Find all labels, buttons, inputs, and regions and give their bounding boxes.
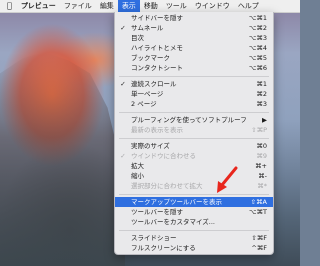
menu-item-label: 最新の表示を表示 <box>131 126 183 134</box>
menu-item-fit-window: ✓ ウインドウに合わせる ⌘9 <box>115 151 273 161</box>
menu-item-shortcut: ⌥⌘5 <box>248 54 267 62</box>
menu-item-label: ハイライトとメモ <box>131 44 183 52</box>
menu-item-shortcut: ⇧⌘F <box>251 234 267 242</box>
menu-item-label: 実際のサイズ <box>131 142 170 150</box>
menu-item-shortcut: ⌥⌘3 <box>248 34 267 42</box>
menu-item-label: マークアップツールバーを表示 <box>131 198 222 206</box>
menu-item-label: ツールバーを隠す <box>131 208 183 216</box>
menu-item-label: 連続スクロール <box>131 80 177 88</box>
menu-item-label: 単一ページ <box>131 90 164 98</box>
menu-item-bookmarks[interactable]: ブックマーク ⌥⌘5 <box>115 53 273 63</box>
menu-separator <box>119 138 269 139</box>
menu-item-zoom-to-selection: 選択部分に合わせて拡大 ⌘* <box>115 181 273 191</box>
menu-item-shortcut: ⌥⌘T <box>249 208 267 216</box>
menu-item-shortcut: ⌘9 <box>256 152 267 160</box>
menu-item-shortcut: ⇧⌘P <box>251 126 267 134</box>
menu-item-continuous-scroll[interactable]: ✓ 連続スクロール ⌘1 <box>115 79 273 89</box>
submenu-arrow-icon: ▶ <box>262 116 267 124</box>
menu-item-label: プルーフィングを使ってソフトプルーフ <box>131 116 247 124</box>
menu-item-shortcut: ^⌘F <box>251 244 267 252</box>
menu-separator <box>119 194 269 195</box>
menu-item-label: ブックマーク <box>131 54 170 62</box>
menu-item-label: 2 ページ <box>131 100 157 108</box>
checkmark-icon: ✓ <box>120 80 126 88</box>
menu-item-zoom-out[interactable]: 縮小 ⌘- <box>115 171 273 181</box>
menu-item-shortcut: ⌘0 <box>256 142 267 150</box>
menu-item-label: ツールバーをカスタマイズ... <box>131 218 216 226</box>
menu-item-shortcut: ⇧⌘A <box>250 198 267 206</box>
menu-item-soft-proof[interactable]: プルーフィングを使ってソフトプルーフ ▶ <box>115 115 273 125</box>
red-arrow-annotation-icon <box>217 166 238 193</box>
menu-separator <box>119 76 269 77</box>
menubar-help[interactable]: ヘルプ <box>234 0 263 12</box>
menu-item-label: スライドショー <box>131 234 177 242</box>
menu-item-shortcut: ⌥⌘4 <box>248 44 267 52</box>
menu-item-actual-size[interactable]: 実際のサイズ ⌘0 <box>115 141 273 151</box>
menu-item-contact-sheet[interactable]: コンタクトシート ⌥⌘6 <box>115 63 273 73</box>
menu-item-label: 目次 <box>131 34 144 42</box>
menu-item-shortcut: ⌘3 <box>256 100 267 108</box>
checkmark-icon: ✓ <box>120 24 126 32</box>
menubar-window[interactable]: ウインドウ <box>191 0 234 12</box>
menu-separator <box>119 230 269 231</box>
menu-item-label: 選択部分に合わせて拡大 <box>131 182 203 190</box>
menubar-edit[interactable]: 編集 <box>96 0 118 12</box>
menubar-file[interactable]: ファイル <box>60 0 96 12</box>
menu-item-shortcut: ⌘* <box>257 182 267 190</box>
menu-separator <box>119 112 269 113</box>
menu-item-latest-view: 最新の表示を表示 ⇧⌘P <box>115 125 273 135</box>
menu-item-label: コンタクトシート <box>131 64 183 72</box>
menu-item-shortcut: ⌘2 <box>256 90 267 98</box>
view-menu-dropdown: サイドバーを隠す ⌥⌘1 ✓ サムネール ⌥⌘2 目次 ⌥⌘3 ハイライトとメモ… <box>114 12 274 255</box>
menu-item-thumbnails[interactable]: ✓ サムネール ⌥⌘2 <box>115 23 273 33</box>
menu-item-shortcut: ⌥⌘2 <box>248 24 267 32</box>
menu-item-shortcut: ⌥⌘1 <box>248 14 267 22</box>
menu-item-slideshow[interactable]: スライドショー ⇧⌘F <box>115 233 273 243</box>
menu-item-label: サイドバーを隠す <box>131 14 183 22</box>
menu-item-table-of-contents[interactable]: 目次 ⌥⌘3 <box>115 33 273 43</box>
menu-item-label: フルスクリーンにする <box>131 244 196 252</box>
menu-item-show-markup-toolbar[interactable]: マークアップツールバーを表示 ⇧⌘A <box>115 197 273 207</box>
menubar-tools[interactable]: ツール <box>162 0 191 12</box>
menu-item-enter-fullscreen[interactable]: フルスクリーンにする ^⌘F <box>115 243 273 253</box>
apple-logo-icon[interactable]:  <box>0 0 17 12</box>
menubar-go[interactable]: 移動 <box>140 0 162 12</box>
menu-item-single-page[interactable]: 単一ページ ⌘2 <box>115 89 273 99</box>
menu-item-hide-toolbar[interactable]: ツールバーを隠す ⌥⌘T <box>115 207 273 217</box>
menu-item-highlights-notes[interactable]: ハイライトとメモ ⌥⌘4 <box>115 43 273 53</box>
menu-item-shortcut: ⌘- <box>258 172 267 180</box>
menu-item-customize-toolbar[interactable]: ツールバーをカスタマイズ... <box>115 217 273 227</box>
menu-item-label: 拡大 <box>131 162 144 170</box>
menubar-view[interactable]: 表示 <box>117 0 140 12</box>
menu-item-shortcut: ⌘1 <box>256 80 267 88</box>
checkmark-icon: ✓ <box>120 152 126 160</box>
menu-item-two-pages[interactable]: 2 ページ ⌘3 <box>115 99 273 109</box>
menu-item-label: ウインドウに合わせる <box>131 152 196 160</box>
menubar-app-preview[interactable]: プレビュー <box>17 0 60 12</box>
menu-item-shortcut: ⌘+ <box>255 162 267 170</box>
menu-item-label: サムネール <box>131 24 164 32</box>
menu-item-hide-sidebar[interactable]: サイドバーを隠す ⌥⌘1 <box>115 13 273 23</box>
menu-item-label: 縮小 <box>131 172 144 180</box>
menu-item-shortcut: ⌥⌘6 <box>248 64 267 72</box>
menu-item-zoom-in[interactable]: 拡大 ⌘+ <box>115 161 273 171</box>
